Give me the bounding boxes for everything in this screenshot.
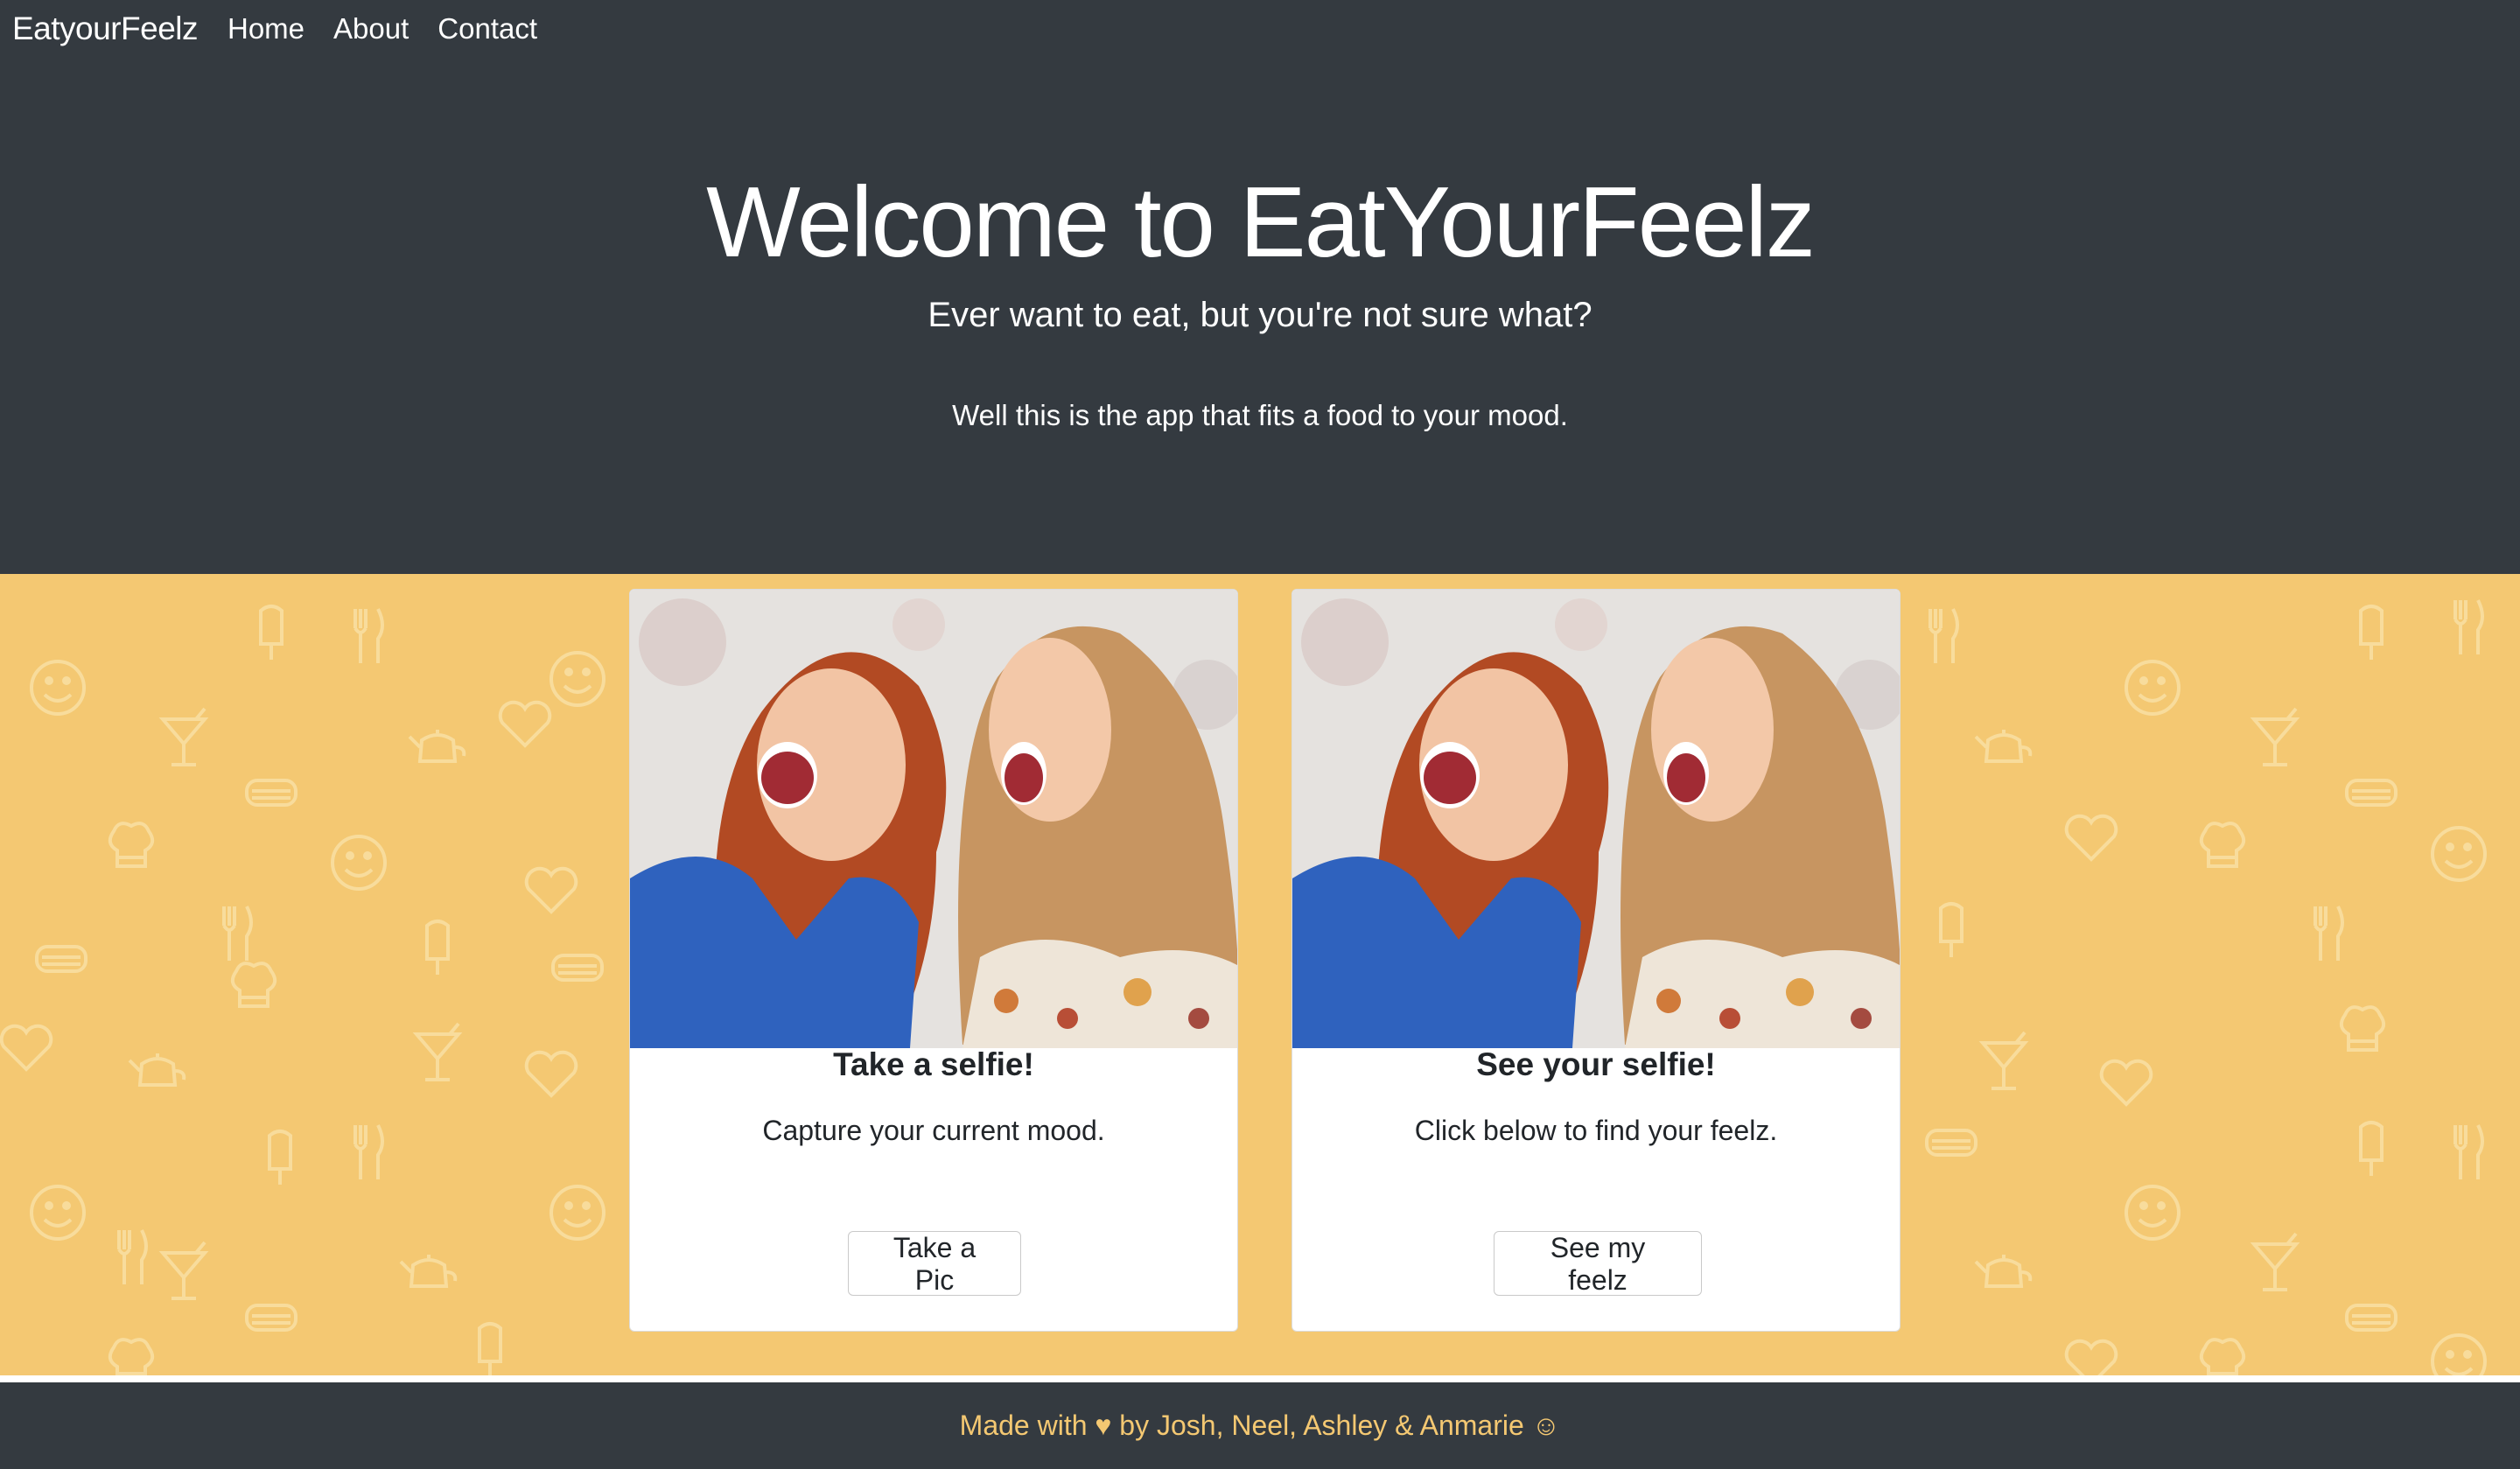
- footer-divider: [0, 1375, 2520, 1382]
- footer-credits: Made with ♥ by Josh, Neel, Ashley & Anma…: [959, 1410, 1561, 1441]
- card-text: Click below to find your feelz.: [1414, 1115, 1778, 1146]
- pattern-icons: [0, 598, 2487, 1375]
- nav-link-home[interactable]: Home: [228, 12, 304, 45]
- hero-jumbotron: Welcome to EatYourFeelz Ever want to eat…: [0, 58, 2520, 574]
- card-text: Capture your current mood.: [762, 1115, 1105, 1146]
- laughing-friends-photo: [630, 590, 1237, 1048]
- card-title: Take a selfie!: [833, 1046, 1034, 1082]
- food-pattern-background: [0, 574, 2520, 1375]
- hero-title: Welcome to EatYourFeelz: [706, 167, 1816, 278]
- navbar: EatyourFeelz Home About Contact: [0, 0, 2520, 58]
- laughing-friends-photo: [1292, 590, 1900, 1048]
- take-selfie-card: Take a selfie! Capture your current mood…: [629, 589, 1238, 1332]
- nav-link-contact[interactable]: Contact: [438, 12, 537, 45]
- food-icons-pattern: [0, 598, 2487, 1375]
- card-title: See your selfie!: [1476, 1046, 1716, 1082]
- hero-lead: Ever want to eat, but you're not sure wh…: [928, 296, 1592, 334]
- hero-tagline: Well this is the app that fits a food to…: [952, 399, 1568, 431]
- nav-links: Home About Contact: [228, 12, 566, 45]
- take-a-pic-button[interactable]: Take a Pic: [848, 1231, 1021, 1296]
- see-my-feelz-button[interactable]: See my feelz: [1494, 1231, 1702, 1296]
- brand-logo[interactable]: EatyourFeelz: [12, 10, 199, 47]
- nav-link-about[interactable]: About: [333, 12, 409, 45]
- footer: Made with ♥ by Josh, Neel, Ashley & Anma…: [0, 1382, 2520, 1469]
- see-selfie-card: See your selfie! Click below to find you…: [1292, 589, 1900, 1332]
